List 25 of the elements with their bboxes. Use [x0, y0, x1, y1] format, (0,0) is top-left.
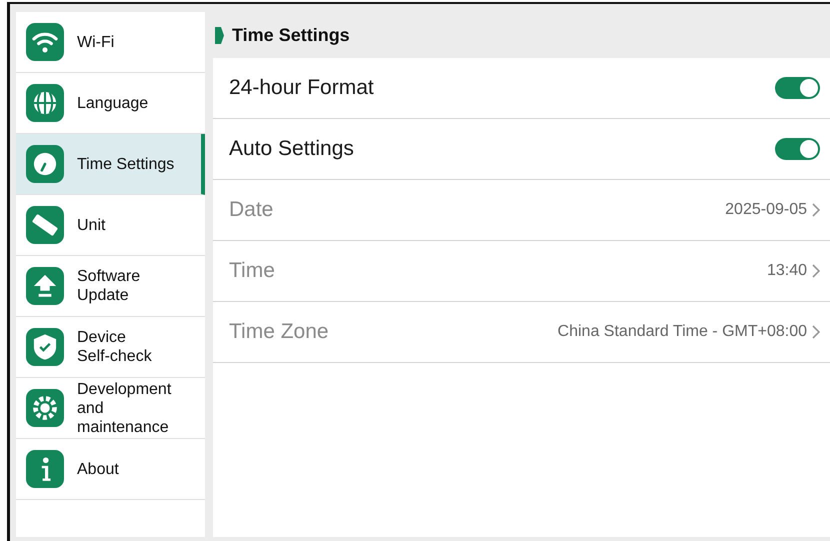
toggle-switch[interactable] [775, 77, 820, 99]
section-title: Time Settings [232, 24, 350, 46]
toggle-switch[interactable] [775, 138, 820, 160]
sidebar-item[interactable]: Time Settings [16, 134, 205, 195]
upload-icon [26, 267, 64, 305]
shield-check-icon [26, 328, 64, 366]
chevron-right-icon [812, 203, 820, 217]
setting-label: Time [229, 259, 275, 283]
sidebar-item[interactable]: Development and maintenance [16, 378, 205, 439]
setting-label: Auto Settings [229, 137, 354, 161]
sidebar-item[interactable]: About [16, 439, 205, 500]
chevron-right-icon [812, 264, 820, 278]
sidebar-item[interactable]: Software Update [16, 256, 205, 317]
wifi-icon [26, 23, 64, 61]
chevron-right-icon [812, 325, 820, 339]
section-marker-icon [215, 26, 224, 44]
setting-label: Time Zone [229, 320, 329, 344]
info-icon [26, 450, 64, 488]
sidebar-item[interactable]: Unit [16, 195, 205, 256]
sidebar-item[interactable]: Device Self-check [16, 317, 205, 378]
sidebar-item[interactable]: Wi-Fi [16, 12, 205, 73]
setting-label: 24-hour Format [229, 76, 374, 100]
clock-icon [26, 145, 64, 183]
setting-label: Date [229, 198, 274, 222]
globe-icon [26, 84, 64, 122]
